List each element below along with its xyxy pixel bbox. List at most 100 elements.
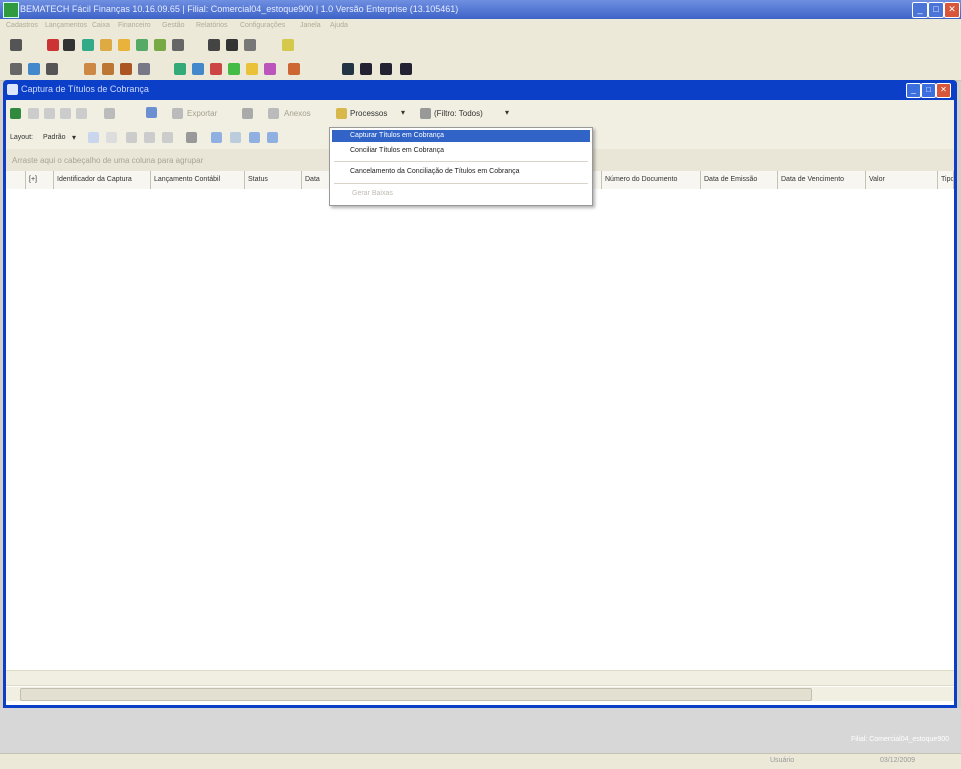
tool-icon[interactable] — [118, 39, 130, 51]
layout-icon[interactable] — [249, 132, 260, 143]
tool-icon[interactable] — [228, 63, 240, 75]
filter-button[interactable]: (Filtro: Todos) — [434, 109, 483, 118]
layout-icon[interactable] — [230, 132, 241, 143]
window-icon — [7, 84, 18, 95]
menu-lancamentos[interactable]: Lançamentos — [45, 22, 87, 29]
new-record-icon[interactable] — [10, 108, 21, 119]
layout-icon[interactable] — [88, 132, 99, 143]
tool-icon[interactable] — [360, 63, 372, 75]
menu-separator — [334, 161, 588, 162]
layout-icon[interactable] — [126, 132, 137, 143]
tool-icon[interactable] — [192, 63, 204, 75]
column-header[interactable]: Data de Vencimento — [778, 171, 866, 189]
scrollbar-thumb[interactable] — [20, 688, 812, 701]
tool-icon[interactable] — [100, 39, 112, 51]
prev-record-icon[interactable] — [44, 108, 55, 119]
column-header[interactable]: Data de Emissão — [701, 171, 778, 189]
tool-icon[interactable] — [28, 63, 40, 75]
columns-icon[interactable] — [186, 132, 197, 143]
tool-icon[interactable] — [10, 39, 22, 51]
window-minimize-icon[interactable]: _ — [906, 83, 921, 98]
minimize-icon[interactable]: _ — [912, 2, 928, 18]
first-record-icon[interactable] — [28, 108, 39, 119]
grid-body[interactable] — [6, 189, 954, 664]
tool-icon[interactable] — [246, 63, 258, 75]
maximize-icon[interactable]: □ — [928, 2, 944, 18]
tool-icon[interactable] — [47, 39, 59, 51]
branch-label: Filial: Comercial04_estoque900 — [850, 736, 949, 743]
menu-item-conciliar[interactable]: Conciliar Títulos em Cobrança — [332, 145, 590, 157]
last-record-icon[interactable] — [76, 108, 87, 119]
menu-configuracoes[interactable]: Configurações — [240, 22, 285, 29]
layout-label: Layout: — [10, 134, 33, 141]
column-header[interactable]: Número do Documento — [602, 171, 701, 189]
tool-icon[interactable] — [244, 39, 256, 51]
horizontal-scrollbar[interactable] — [6, 687, 954, 701]
tool-icon[interactable] — [172, 39, 184, 51]
tool-icon[interactable] — [84, 63, 96, 75]
tool-icon[interactable] — [10, 63, 22, 75]
calendar-icon[interactable] — [146, 107, 157, 118]
layout-icon[interactable] — [267, 132, 278, 143]
tool-icon[interactable] — [210, 63, 222, 75]
layout-icon[interactable] — [106, 132, 117, 143]
refresh-icon[interactable] — [242, 108, 253, 119]
menu-ajuda[interactable]: Ajuda — [330, 22, 348, 29]
next-record-icon[interactable] — [60, 108, 71, 119]
window-maximize-icon[interactable]: □ — [921, 83, 936, 98]
processes-button[interactable]: Processos — [350, 109, 387, 118]
attachments-button[interactable]: Anexos — [284, 109, 311, 118]
column-header[interactable]: Lançamento Contábil — [151, 171, 245, 189]
column-header[interactable]: Identificador da Captura — [54, 171, 151, 189]
menu-gestao[interactable]: Gestão — [162, 22, 185, 29]
chevron-down-icon[interactable]: ▾ — [72, 133, 76, 142]
close-icon[interactable]: ✕ — [944, 2, 960, 18]
group-by-hint: Arraste aqui o cabeçalho de uma coluna p… — [12, 156, 204, 165]
tool-icon[interactable] — [120, 63, 132, 75]
chevron-down-icon[interactable]: ▾ — [505, 108, 509, 117]
menu-financeiro[interactable]: Financeiro — [118, 22, 151, 29]
tool-icon[interactable] — [380, 63, 392, 75]
tool-icon[interactable] — [400, 63, 412, 75]
print-icon[interactable] — [104, 108, 115, 119]
menu-janela[interactable]: Janela — [300, 22, 321, 29]
tool-icon[interactable] — [288, 63, 300, 75]
menu-separator — [334, 183, 588, 184]
window-close-icon[interactable]: ✕ — [936, 83, 951, 98]
tool-icon[interactable] — [136, 39, 148, 51]
column-header[interactable]: Status — [245, 171, 302, 189]
processes-icon[interactable] — [336, 108, 347, 119]
column-header[interactable]: Tipo — [938, 171, 954, 189]
tool-icon[interactable] — [154, 39, 166, 51]
layout-icon[interactable] — [211, 132, 222, 143]
filter-icon[interactable] — [420, 108, 431, 119]
layout-select[interactable]: Padrão — [43, 134, 66, 141]
calculator-icon[interactable] — [226, 39, 238, 51]
tool-icon[interactable] — [63, 39, 75, 51]
tool-icon[interactable] — [46, 63, 58, 75]
tool-icon[interactable] — [174, 63, 186, 75]
column-header[interactable]: Valor — [866, 171, 938, 189]
layout-icon[interactable] — [162, 132, 173, 143]
help-icon[interactable] — [282, 39, 294, 51]
window-title: Captura de Títulos de Cobrança — [21, 84, 149, 94]
menu-item-cancelamento[interactable]: Cancelamento da Conciliação de Títulos e… — [332, 166, 590, 178]
menu-relatorios[interactable]: Relatórios — [196, 22, 228, 29]
export-icon[interactable] — [172, 108, 183, 119]
tool-icon[interactable] — [138, 63, 150, 75]
menu-caixa[interactable]: Caixa — [92, 22, 110, 29]
layout-icon[interactable] — [144, 132, 155, 143]
status-date: 03/12/2009 — [880, 757, 916, 764]
tool-icon[interactable] — [102, 63, 114, 75]
search-icon[interactable] — [208, 39, 220, 51]
column-header[interactable]: [+] — [26, 171, 54, 189]
app-title: BEMATECH Fácil Finanças 10.16.09.65 | Fi… — [20, 4, 459, 14]
tool-icon[interactable] — [342, 63, 354, 75]
attachment-icon[interactable] — [268, 108, 279, 119]
export-button[interactable]: Exportar — [187, 109, 217, 118]
chevron-down-icon[interactable]: ▾ — [401, 108, 405, 117]
tool-icon[interactable] — [264, 63, 276, 75]
tool-icon[interactable] — [82, 39, 94, 51]
menu-item-capturar[interactable]: Capturar Títulos em Cobrança — [332, 130, 590, 142]
menu-cadastros[interactable]: Cadastros — [6, 22, 38, 29]
